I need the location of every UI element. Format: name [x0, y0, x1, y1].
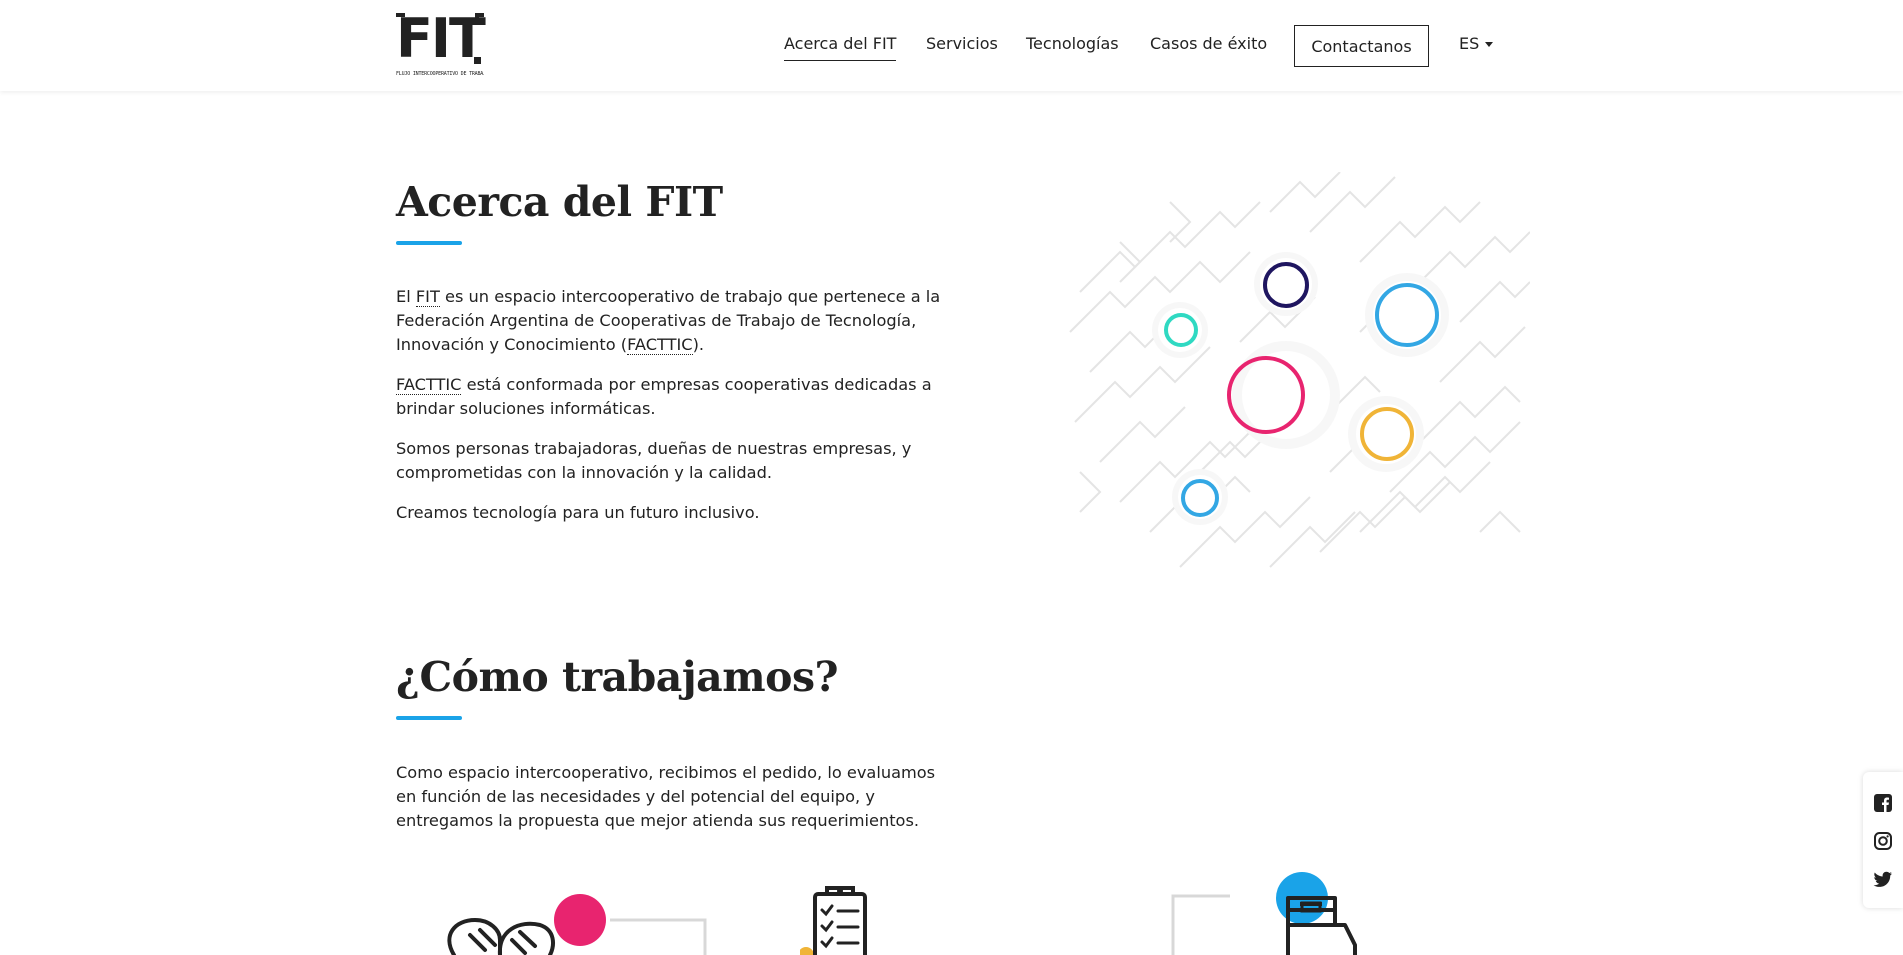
facttic-abbr: FACTTIC: [396, 375, 462, 395]
nav-tecnologias[interactable]: Tecnologías: [1026, 34, 1119, 54]
handshake-illustration: [447, 894, 707, 955]
nav-servicios[interactable]: Servicios: [926, 34, 998, 54]
network-illustration: [1069, 172, 1530, 568]
fit-logo[interactable]: FIT FLUJO INTERCOOPERATIVO DE TRABAJO: [396, 7, 486, 79]
pink-dot: [554, 894, 606, 946]
delivery-illustration: [1171, 872, 1357, 955]
logo-tagline: FLUJO INTERCOOPERATIVO DE TRABAJO: [396, 71, 484, 77]
logo-wordmark: FIT: [396, 7, 486, 70]
twitter-icon[interactable]: [1873, 869, 1893, 889]
instagram-icon[interactable]: [1873, 831, 1893, 851]
how-paragraph-1: Como espacio intercooperativo, recibimos…: [396, 763, 936, 830]
how-title: ¿Cómo trabajamos?: [396, 653, 839, 701]
about-paragraph-2: FACTTIC está conformada por empresas coo…: [396, 375, 932, 418]
title-underline: [396, 716, 462, 720]
contact-button[interactable]: Contactanos: [1294, 25, 1429, 67]
about-paragraph-4: Creamos tecnología para un futuro inclus…: [396, 503, 760, 522]
handshake-icon: [447, 917, 555, 955]
about-title: Acerca del FIT: [396, 178, 723, 226]
clipboard-icon: [800, 886, 867, 955]
facttic-abbr: FACTTIC: [627, 335, 693, 355]
facebook-icon[interactable]: [1873, 793, 1893, 813]
about-paragraph-1: El FIT es un espacio intercooperativo de…: [396, 287, 941, 355]
language-label: ES: [1459, 34, 1480, 53]
about-paragraph-3: Somos personas trabajadoras, dueñas de n…: [396, 439, 912, 482]
site-header: FIT FLUJO INTERCOOPERATIVO DE TRABAJO Ac…: [0, 0, 1903, 91]
social-sidebar: [1863, 772, 1903, 908]
fit-abbr: FIT: [415, 287, 440, 307]
contact-button-label: Contactanos: [1311, 36, 1412, 56]
chevron-down-icon: [1485, 41, 1494, 47]
title-underline: [396, 241, 462, 245]
nav-casos[interactable]: Casos de éxito: [1150, 34, 1267, 54]
nav-acerca[interactable]: Acerca del FIT: [784, 34, 897, 61]
language-dropdown[interactable]: ES: [1459, 34, 1494, 54]
